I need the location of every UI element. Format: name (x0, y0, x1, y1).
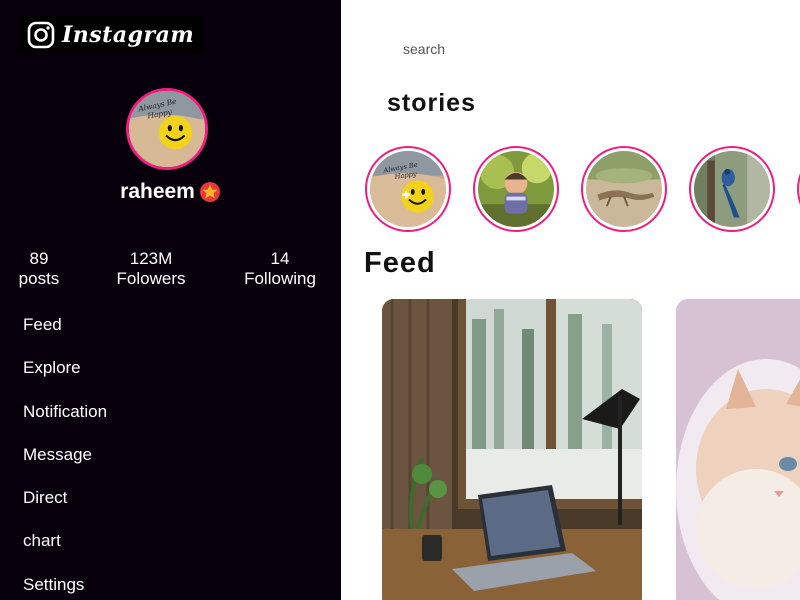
nav-item-feed[interactable]: Feed (23, 314, 107, 357)
feed-title: Feed (364, 247, 436, 279)
feed-post[interactable] (676, 299, 800, 600)
stat-posts[interactable]: 89 posts (10, 249, 68, 289)
nav-item-message[interactable]: Message (23, 444, 107, 487)
logo-text: Instagram (62, 22, 195, 48)
story-item[interactable] (581, 146, 667, 232)
instagram-camera-icon (27, 21, 55, 49)
stat-followers[interactable]: 123M Folowers (108, 249, 194, 289)
story-item[interactable]: Always Be Happy (365, 146, 451, 232)
nav-item-chart[interactable]: chart (23, 530, 107, 573)
feed-post[interactable] (382, 299, 642, 600)
instagram-logo[interactable]: Instagram (18, 15, 205, 55)
search-input[interactable] (403, 38, 543, 60)
sidebar: Instagram Always Be Happy raheem 89 post… (0, 0, 341, 600)
profile-avatar[interactable]: Always Be Happy (126, 88, 208, 170)
star-badge-icon (199, 182, 220, 202)
profile-name-row: raheem (0, 180, 341, 204)
stat-label: Folowers (116, 269, 186, 288)
stat-following[interactable]: 14 Following (236, 249, 324, 289)
stat-value: 123M (129, 249, 173, 268)
sidebar-nav: Feed Explore Notification Message Direct… (23, 314, 107, 600)
nav-item-notification[interactable]: Notification (23, 401, 107, 444)
stat-value: 14 (270, 249, 290, 268)
smiley-image: Always Be Happy (129, 91, 205, 167)
story-image-smiley: Always Be Happy (370, 151, 446, 227)
story-image-lizard (586, 151, 662, 227)
story-item[interactable] (473, 146, 559, 232)
stat-value: 89 (29, 249, 49, 268)
post-image-laptop (382, 299, 642, 600)
main-content: stories Always Be Happy (341, 0, 800, 600)
stat-label: posts (18, 269, 60, 288)
nav-item-settings[interactable]: Settings (23, 574, 107, 600)
stories-title: stories (387, 89, 476, 117)
post-image-kitten (676, 299, 800, 600)
profile-name: raheem (120, 180, 195, 203)
nav-item-direct[interactable]: Direct (23, 487, 107, 530)
stat-label: Following (244, 269, 316, 288)
nav-item-explore[interactable]: Explore (23, 357, 107, 400)
story-image-baby (478, 151, 554, 227)
story-image-bird (694, 151, 770, 227)
story-item[interactable] (689, 146, 775, 232)
